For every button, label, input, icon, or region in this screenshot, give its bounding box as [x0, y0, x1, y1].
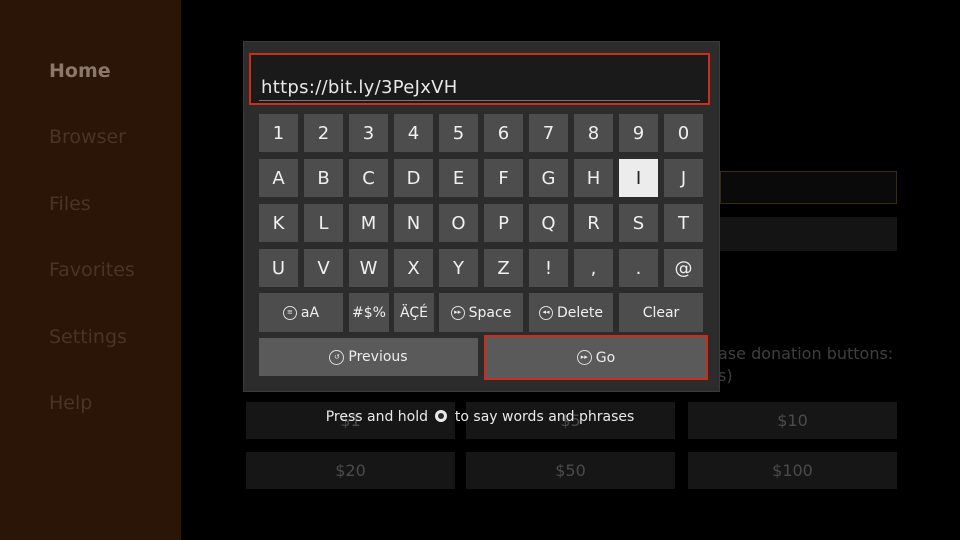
key-2[interactable]: 2: [304, 114, 343, 152]
key-sym33[interactable]: !: [529, 249, 568, 287]
key-z[interactable]: Z: [484, 249, 523, 287]
key-3[interactable]: 3: [349, 114, 388, 152]
key-c[interactable]: C: [349, 159, 388, 197]
key-r[interactable]: R: [574, 204, 613, 242]
fast-forward-icon: ▸▸: [450, 305, 465, 320]
key-0[interactable]: 0: [664, 114, 703, 152]
key-v[interactable]: V: [304, 249, 343, 287]
donation-button-50[interactable]: $50: [466, 452, 675, 489]
key-8[interactable]: 8: [574, 114, 613, 152]
case-toggle-key[interactable]: ≡ aA: [259, 293, 343, 332]
donation-text-2: s): [718, 366, 733, 385]
voice-hint-before: Press and hold: [325, 409, 429, 425]
key-1[interactable]: 1: [259, 114, 298, 152]
case-toggle-label: aA: [300, 304, 320, 321]
delete-key-label: Delete: [557, 304, 603, 321]
key-x[interactable]: X: [394, 249, 433, 287]
key-6[interactable]: 6: [484, 114, 523, 152]
key-5[interactable]: 5: [439, 114, 478, 152]
go-button[interactable]: ▸▸ Go: [484, 335, 708, 380]
microphone-icon: [435, 410, 448, 422]
sidebar-item-home[interactable]: Home: [49, 60, 111, 82]
key-g[interactable]: G: [529, 159, 568, 197]
sidebar: Home Browser Files Favorites Settings He…: [0, 0, 181, 540]
sidebar-item-browser[interactable]: Browser: [49, 126, 126, 148]
key-sym44[interactable]: ,: [574, 249, 613, 287]
key-u[interactable]: U: [259, 249, 298, 287]
clear-key[interactable]: Clear: [619, 293, 703, 332]
accents-key[interactable]: ÄÇÉ: [394, 293, 434, 332]
sidebar-item-settings[interactable]: Settings: [49, 326, 127, 348]
go-button-label: Go: [595, 349, 616, 366]
back-icon: ↺: [329, 349, 345, 365]
donation-button-20[interactable]: $20: [246, 452, 455, 489]
key-p[interactable]: P: [484, 204, 523, 242]
sidebar-item-favorites[interactable]: Favorites: [49, 259, 135, 281]
key-7[interactable]: 7: [529, 114, 568, 152]
previous-button-label: Previous: [348, 349, 408, 365]
url-input[interactable]: https://bit.ly/3PeJxVH: [249, 53, 710, 105]
key-o[interactable]: O: [439, 204, 478, 242]
key-sym64[interactable]: @: [664, 249, 703, 287]
background-url-field[interactable]: [720, 171, 897, 204]
rewind-icon: ◂◂: [539, 305, 553, 320]
space-key-label: Space: [468, 304, 512, 321]
voice-hint-after: to say words and phrases: [454, 409, 635, 425]
key-e[interactable]: E: [439, 159, 478, 197]
key-b[interactable]: B: [304, 159, 343, 197]
key-w[interactable]: W: [349, 249, 388, 287]
symbols-key[interactable]: #$%: [349, 293, 389, 332]
key-j[interactable]: J: [664, 159, 703, 197]
key-d[interactable]: D: [394, 159, 433, 197]
url-input-value: https://bit.ly/3PeJxVH: [261, 77, 458, 98]
url-underline: [259, 100, 700, 101]
space-key[interactable]: ▸▸ Space: [439, 293, 523, 332]
key-q[interactable]: Q: [529, 204, 568, 242]
menu-icon: ≡: [282, 305, 297, 320]
background-go-field[interactable]: [720, 217, 897, 251]
key-i[interactable]: I: [619, 159, 658, 197]
key-f[interactable]: F: [484, 159, 523, 197]
key-l[interactable]: L: [304, 204, 343, 242]
donation-text: ase donation buttons:: [718, 344, 894, 363]
key-sym46[interactable]: .: [619, 249, 658, 287]
key-s[interactable]: S: [619, 204, 658, 242]
key-a[interactable]: A: [259, 159, 298, 197]
key-t[interactable]: T: [664, 204, 703, 242]
key-k[interactable]: K: [259, 204, 298, 242]
sidebar-item-files[interactable]: Files: [49, 193, 91, 215]
key-9[interactable]: 9: [619, 114, 658, 152]
delete-key[interactable]: ◂◂ Delete: [529, 293, 613, 332]
key-y[interactable]: Y: [439, 249, 478, 287]
play-pause-icon: ▸▸: [576, 350, 592, 365]
key-m[interactable]: M: [349, 204, 388, 242]
voice-hint: Press and hold to say words and phrases: [0, 409, 960, 425]
donation-button-100[interactable]: $100: [688, 452, 897, 489]
previous-button[interactable]: ↺ Previous: [259, 338, 478, 376]
key-h[interactable]: H: [574, 159, 613, 197]
key-4[interactable]: 4: [394, 114, 433, 152]
key-n[interactable]: N: [394, 204, 433, 242]
